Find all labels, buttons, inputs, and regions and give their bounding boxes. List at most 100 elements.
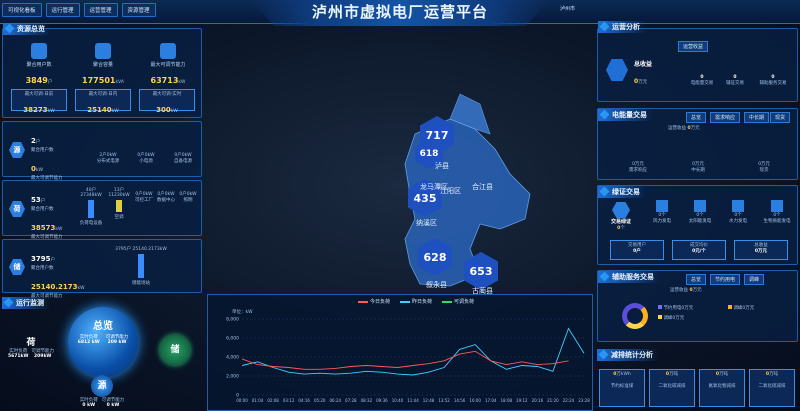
stat-value: 177501 bbox=[82, 76, 116, 85]
aux-revenue: 运营收益 0万元 bbox=[670, 287, 702, 293]
page-title: 泸州市虚拟电厂运营平台 bbox=[250, 0, 550, 26]
source-item-label: 小电源 bbox=[139, 159, 153, 164]
x-tick-label: 17:04 bbox=[485, 398, 497, 403]
stat-users: 聚合用户数 3849户 bbox=[9, 43, 69, 87]
x-tick-label: 05:20 bbox=[314, 398, 326, 403]
sub-dayahead[interactable]: 最大可调-日前 38273kW bbox=[11, 89, 67, 114]
top-bar: 可视化看板 运行管理 运营管理 资源管理 泸州市虚拟电厂运营平台 泸州市 bbox=[0, 0, 800, 26]
load-panel: 荷 53户 聚合用户数 38573kW 最大可调节能力 40户 27348kW 负… bbox=[2, 180, 202, 240]
aux-tab-peak[interactable]: 调峰 bbox=[744, 274, 765, 285]
chu-node[interactable]: 储 bbox=[160, 335, 190, 365]
source-item: 0户0kW 自备电源 bbox=[167, 152, 199, 164]
emission-unit: 万吨 bbox=[719, 372, 729, 377]
region-label-xuyong: 叙永县 bbox=[426, 281, 447, 289]
revenue-item-label: 电能量交易 bbox=[690, 81, 714, 86]
energy-item-label: 中长期 bbox=[691, 168, 705, 173]
storage-power: 25140.2173 bbox=[31, 283, 78, 291]
x-tick-label: 12:48 bbox=[423, 398, 435, 403]
aux-legend-item: 调峰0万元 bbox=[728, 305, 754, 311]
stat-value: 63713 bbox=[150, 76, 179, 85]
resource-overview-panel: 资源总览 聚合用户数 3849户 聚合容量 177501kVA 最大可调节能力 … bbox=[2, 23, 202, 118]
cert-main-unit: 个 bbox=[620, 226, 625, 231]
emission-label: 节约标准煤 bbox=[610, 384, 634, 389]
yuan-node[interactable]: 源 实时负荷 0 kW 可调节能力 0 kW bbox=[72, 375, 132, 408]
x-tick-label: 02:08 bbox=[267, 398, 279, 403]
sub-value: 25140 bbox=[87, 106, 112, 114]
storage-item-label: 储能场站 bbox=[132, 281, 150, 286]
load-item-label: 负荷电设备 bbox=[79, 221, 103, 226]
bar-marker bbox=[138, 254, 144, 278]
sub-realtime[interactable]: 最大可调-实时 300kW bbox=[139, 89, 195, 114]
emission-item: 0万吨 二氧化硫减排 bbox=[749, 369, 795, 407]
load-item: 0户0kW 照明 bbox=[177, 191, 199, 203]
energy-tab-midlong[interactable]: 中长期 bbox=[744, 112, 770, 123]
hydro-icon bbox=[732, 200, 744, 212]
energy-item-label: 需求响应 bbox=[629, 168, 647, 173]
load-power: 38573 bbox=[31, 224, 56, 232]
energy-trade-title: 电能量交易 bbox=[598, 109, 653, 121]
aux-tab-overview[interactable]: 总览 bbox=[686, 274, 707, 285]
load-item-value: 40户 27348kW bbox=[80, 188, 102, 198]
stat-capacity: 聚合容量 177501kVA bbox=[73, 43, 133, 87]
nav-tab-visual[interactable]: 可视化看板 bbox=[2, 3, 42, 17]
nav-tab-resource[interactable]: 资源管理 bbox=[121, 3, 156, 17]
load-users-unit: 户 bbox=[40, 199, 46, 204]
he-node[interactable]: 荷 实时负荷 5671kW 可调节能力 209kW bbox=[8, 335, 54, 359]
sub-unit: kW bbox=[47, 109, 55, 114]
overview-globe[interactable]: 总览 实时负荷 6812 kW 可调节能力 209 kW bbox=[68, 307, 138, 377]
nav-tab-operation[interactable]: 运行管理 bbox=[45, 3, 80, 17]
x-tick-label: 03:12 bbox=[283, 398, 295, 403]
cert-type-label: 生物质能发电 bbox=[763, 219, 791, 224]
stat-unit: 户 bbox=[47, 80, 53, 85]
region-map[interactable]: 717 618 435 628 653 泸县 龙马潭区 江阳区 合江县 纳溪区 … bbox=[210, 24, 590, 295]
emission-item: 0万吨 氮氧化物减排 bbox=[699, 369, 745, 407]
energy-tab-overview[interactable]: 总览 bbox=[686, 112, 707, 123]
storage-users-label: 聚合用户数 bbox=[31, 266, 54, 271]
cert-main-label: 交易绿证 bbox=[610, 219, 631, 225]
emission-label: 二氧化碳减排 bbox=[658, 384, 686, 389]
revenue-item: 0 辅助服务交易 bbox=[750, 75, 796, 86]
aux-trade-panel: 辅助服务交易 总览 节约用电 调峰 运营收益 0万元 节约用电0万元 调峰0万元… bbox=[597, 270, 798, 342]
revenue-total-unit: 万元 bbox=[638, 80, 648, 85]
cert-trade-title: 绿证交易 bbox=[598, 186, 646, 198]
sub-intraday[interactable]: 最大可调-日内 25140kW bbox=[75, 89, 131, 114]
revenue-item: 0 电能量交易 bbox=[684, 75, 720, 86]
chart-svg: 02,0004,0006,0008,00000:00 01:04 02:08 03:1… bbox=[226, 317, 590, 404]
x-tick-label: 07:28 bbox=[345, 398, 357, 403]
x-tick-label: 21:20 bbox=[547, 398, 559, 403]
emission-label: 二氧化硫减排 bbox=[758, 384, 786, 389]
load-users-label: 聚合用户数 bbox=[31, 207, 54, 212]
wind-icon bbox=[656, 200, 668, 212]
source-panel: 源 2户 聚合用户数 0kW 最大可调节能力 2户0kW 分布式电源 0户0kW 小… bbox=[2, 121, 202, 181]
cert-type-label: 太阳能发电 bbox=[688, 219, 712, 224]
dashboard-root: 可视化看板 运行管理 运营管理 资源管理 泸州市虚拟电厂运营平台 泸州市 资源总… bbox=[0, 0, 800, 411]
x-tick-label: 19:12 bbox=[516, 398, 528, 403]
region-label-luxian: 泸县 bbox=[435, 162, 449, 170]
cert-stat: 成交均价 0元/个 bbox=[672, 240, 726, 260]
x-tick-label: 00:00 bbox=[236, 398, 248, 403]
aux-tab-saving[interactable]: 节约用电 bbox=[710, 274, 741, 285]
revenue-tab[interactable]: 运营收益 bbox=[678, 41, 709, 52]
he-value: 209kW bbox=[34, 354, 52, 359]
x-tick-label: 09:36 bbox=[376, 398, 388, 403]
resource-overview-title: 资源总览 bbox=[3, 23, 51, 35]
energy-item-label: 现货 bbox=[759, 168, 769, 173]
x-tick-label: 10:40 bbox=[392, 398, 404, 403]
storage-panel: 储 3795户 聚合用户数 25140.2173kW 最大可调节能力 3795户… bbox=[2, 239, 202, 299]
energy-item: 0万元 现货 bbox=[744, 161, 784, 173]
revenue-total-label: 总收益 bbox=[634, 61, 653, 68]
cert-trade-panel: 绿证交易 交易绿证 0个 0个 风力发电 0个 太阳能发电 0个 水力发电 0个 生物质… bbox=[597, 185, 798, 265]
energy-tab-spot[interactable]: 现货 bbox=[770, 112, 791, 123]
weather-location: 泸州市 bbox=[560, 6, 576, 12]
region-label-jiangyang: 江阳区 bbox=[440, 187, 461, 195]
source-item-label: 分布式电源 bbox=[96, 159, 120, 164]
nav-tab-business[interactable]: 运营管理 bbox=[83, 3, 118, 17]
x-tick-label: 14:56 bbox=[454, 398, 466, 403]
stat-label: 聚合用户数 bbox=[26, 62, 52, 68]
load-icon: 荷 bbox=[9, 201, 25, 217]
certificate-icon bbox=[612, 202, 630, 218]
yuan-title: 源 bbox=[91, 375, 113, 397]
stat-value: 3849 bbox=[25, 76, 48, 85]
energy-tab-demand[interactable]: 需求响应 bbox=[710, 112, 741, 123]
cert-stat-value: 0元/个 bbox=[692, 249, 706, 254]
